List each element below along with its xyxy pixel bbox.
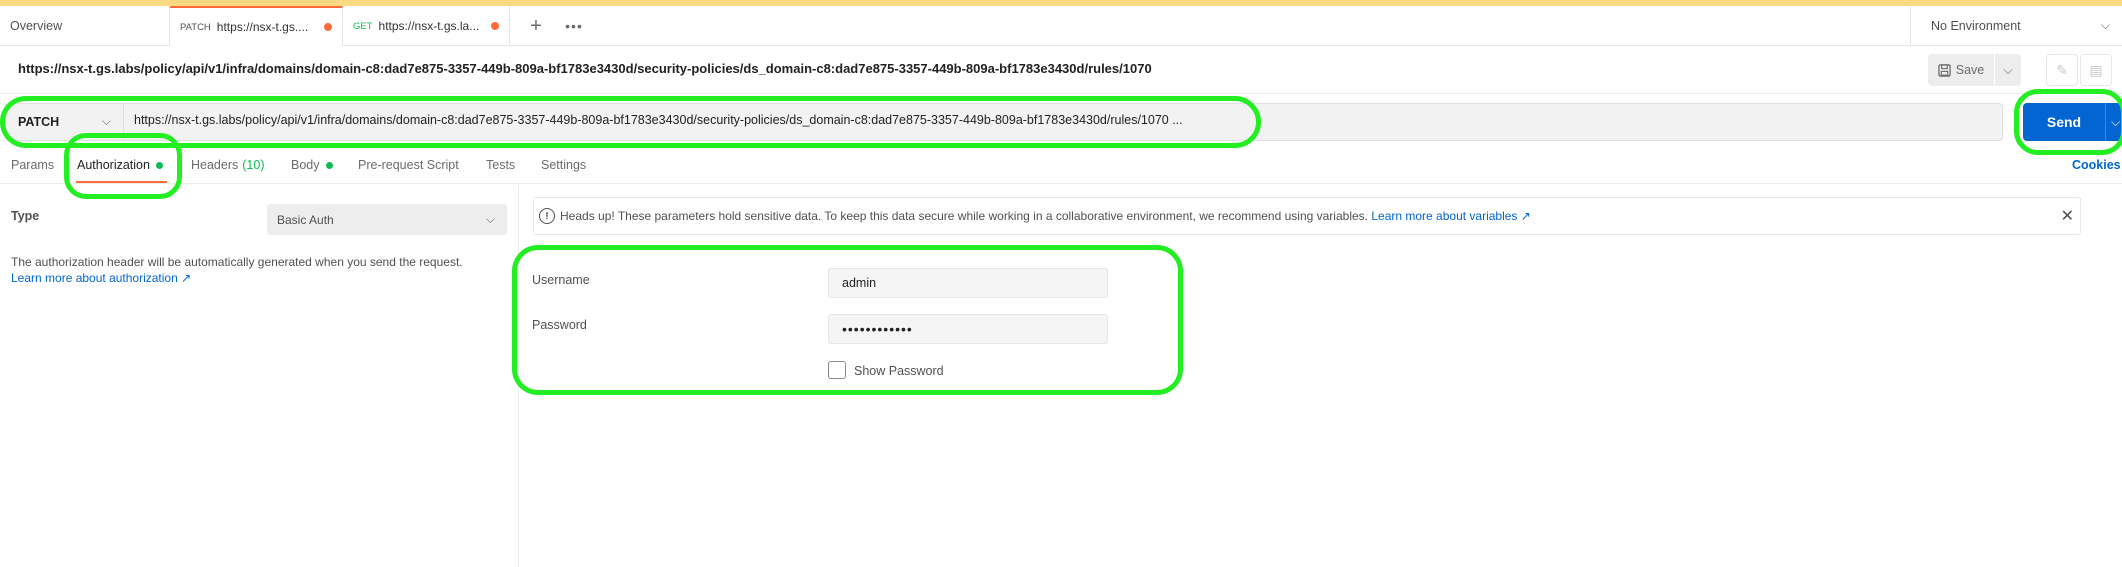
- cookies-link[interactable]: Cookies: [2072, 158, 2121, 172]
- url-bar: PATCH ⌵ https://nsx-t.gs.labs/policy/api…: [5, 103, 2003, 141]
- chevron-down-icon: ⌵: [101, 114, 111, 128]
- send-button[interactable]: Send: [2023, 103, 2105, 141]
- tab-overview[interactable]: Overview: [0, 6, 170, 46]
- tab-method-badge: PATCH: [180, 21, 211, 33]
- tab-overview-label: Overview: [10, 19, 63, 33]
- request-title[interactable]: https://nsx-t.gs.labs/policy/api/v1/infr…: [18, 61, 1152, 76]
- active-dot-icon: [325, 161, 333, 169]
- tab-label: https://nsx-t.gs....: [216, 20, 309, 34]
- username-input[interactable]: admin: [828, 268, 1108, 298]
- request-title-row: https://nsx-t.gs.labs/policy/api/v1/infr…: [0, 46, 2122, 94]
- request-tabs: Params Authorization Headers (10) Body P…: [0, 150, 2122, 184]
- tab-authorization[interactable]: Authorization: [77, 158, 163, 172]
- save-icon: [1938, 63, 1951, 77]
- url-input[interactable]: https://nsx-t.gs.labs/policy/api/v1/infr…: [134, 113, 1183, 127]
- sensitive-data-alert: ! Heads up! These parameters hold sensit…: [533, 197, 2081, 235]
- comments-icon[interactable]: ▤: [2080, 54, 2112, 86]
- chevron-down-icon: ⌵: [485, 212, 495, 226]
- active-dot-icon: [155, 161, 163, 169]
- active-tab-underline: [76, 181, 167, 183]
- tab-request-get[interactable]: GET https://nsx-t.gs.la...: [343, 6, 510, 46]
- tab-params[interactable]: Params: [11, 158, 54, 172]
- auth-type-dropdown[interactable]: Basic Auth ⌵: [267, 204, 507, 235]
- learn-more-variables-link[interactable]: Learn more about variables ↗: [1371, 209, 1530, 223]
- environment-label: No Environment: [1931, 19, 2021, 33]
- show-password-label: Show Password: [854, 364, 944, 378]
- tab-headers-label: Headers: [191, 158, 239, 172]
- method-dropdown[interactable]: PATCH ⌵: [6, 104, 124, 140]
- alert-text: Heads up! These parameters hold sensitiv…: [560, 209, 1368, 223]
- headers-count: (10): [242, 158, 265, 172]
- edit-pencil-icon[interactable]: ✎: [2046, 54, 2078, 86]
- auth-type-panel: Type Basic Auth ⌵ The authorization head…: [0, 185, 519, 567]
- learn-more-authorization-link[interactable]: Learn more about authorization ↗: [11, 271, 191, 285]
- tab-request-patch[interactable]: PATCH https://nsx-t.gs....: [170, 6, 343, 46]
- tab-method-badge: GET: [353, 20, 373, 32]
- tab-pre-request-script[interactable]: Pre-request Script: [358, 158, 459, 172]
- auth-type-value: Basic Auth: [277, 212, 334, 227]
- password-input[interactable]: ••••••••••••: [828, 314, 1108, 344]
- show-password-checkbox[interactable]: [828, 361, 846, 379]
- tab-body-label: Body: [291, 158, 320, 172]
- username-label: Username: [532, 273, 590, 287]
- tab-authorization-label: Authorization: [77, 158, 150, 172]
- tab-label: https://nsx-t.gs.la...: [378, 19, 480, 33]
- unsaved-dot-icon: [491, 22, 499, 30]
- alert-message: Heads up! These parameters hold sensitiv…: [560, 209, 1531, 223]
- save-options-button[interactable]: ⌵: [1995, 54, 2021, 86]
- tab-tests[interactable]: Tests: [486, 158, 515, 172]
- tab-body[interactable]: Body: [291, 158, 333, 172]
- close-icon[interactable]: ✕: [2061, 206, 2074, 226]
- tab-bar: Overview PATCH https://nsx-t.gs.... GET …: [0, 6, 2122, 46]
- type-label: Type: [11, 209, 40, 223]
- info-icon: !: [539, 208, 555, 224]
- auth-description: The authorization header will be automat…: [11, 255, 463, 269]
- tab-tests-label: Tests: [486, 158, 516, 172]
- plus-icon[interactable]: +: [522, 12, 550, 40]
- tab-headers[interactable]: Headers (10): [191, 158, 264, 172]
- chevron-down-icon: ⌵: [2100, 18, 2110, 32]
- tab-settings[interactable]: Settings: [541, 158, 586, 172]
- tab-pre-request-label: Pre-request Script: [358, 158, 459, 172]
- save-label: Save: [1955, 63, 1985, 77]
- save-button[interactable]: Save: [1928, 54, 1994, 86]
- method-value: PATCH: [18, 115, 60, 129]
- send-options-button[interactable]: ⌵: [2105, 103, 2122, 141]
- tab-settings-label: Settings: [541, 158, 587, 172]
- ellipsis-icon[interactable]: •••: [560, 12, 588, 40]
- unsaved-dot-icon: [324, 23, 332, 31]
- tab-params-label: Params: [11, 158, 55, 172]
- password-label: Password: [532, 318, 587, 332]
- environment-selector[interactable]: No Environment ⌵: [1910, 6, 2122, 46]
